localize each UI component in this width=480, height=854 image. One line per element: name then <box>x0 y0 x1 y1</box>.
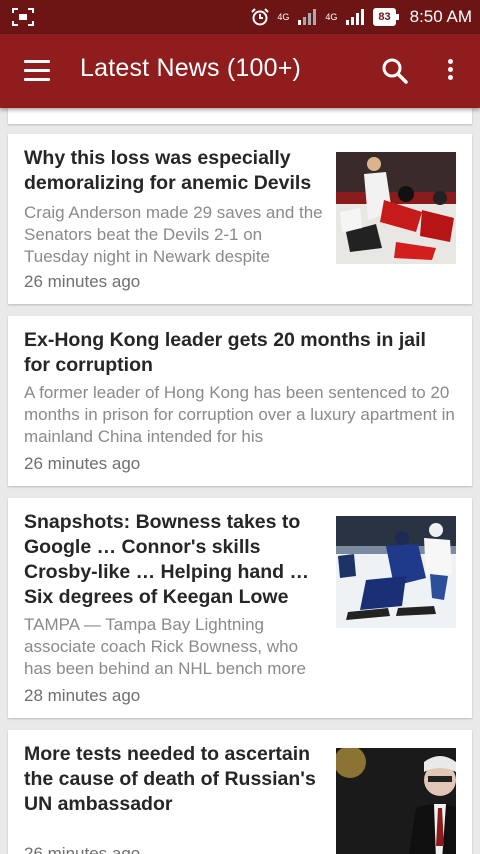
news-feed[interactable]: Why this loss was especially demoralizin… <box>0 108 480 854</box>
article-summary: Craig Anderson made 29 saves and the Sen… <box>24 203 323 266</box>
article-card[interactable]: Snapshots: Bowness takes to Google … Con… <box>8 498 472 718</box>
signal-icon-1 <box>298 9 317 25</box>
page-title: Latest News (100+) <box>80 54 302 82</box>
network-type-2: 4G <box>325 11 338 22</box>
article-summary: TAMPA — Tampa Bay Lightning associate co… <box>24 615 306 678</box>
previous-card-edge[interactable] <box>8 108 472 124</box>
article-headline[interactable]: More tests needed to ascertain the cause… <box>24 742 324 817</box>
article-headline[interactable]: Ex-Hong Kong leader gets 20 months in ja… <box>24 328 454 378</box>
status-bar: 4G 4G 83 8:50 AM <box>0 0 480 34</box>
battery-icon: 83 <box>373 8 399 26</box>
article-time: 28 minutes ago <box>24 686 141 705</box>
article-card[interactable]: More tests needed to ascertain the cause… <box>8 730 472 854</box>
article-headline[interactable]: Why this loss was especially demoralizin… <box>24 146 324 196</box>
menu-icon[interactable] <box>24 60 50 82</box>
more-options-icon[interactable] <box>444 56 456 86</box>
article-time: 26 minutes ago <box>24 272 141 291</box>
alarm-icon <box>251 8 270 26</box>
article-headline[interactable]: Snapshots: Bowness takes to Google … Con… <box>24 510 324 610</box>
article-time: 26 minutes ago <box>24 844 141 854</box>
article-card[interactable]: Why this loss was especially demoralizin… <box>8 134 472 304</box>
article-thumbnail[interactable] <box>336 516 456 628</box>
article-thumbnail[interactable] <box>336 748 456 854</box>
screenshot-icon <box>12 8 34 26</box>
app-bar: Latest News (100+) <box>0 34 480 108</box>
article-summary: A former leader of Hong Kong has been se… <box>24 383 455 446</box>
article-card[interactable]: Ex-Hong Kong leader gets 20 months in ja… <box>8 316 472 486</box>
signal-icon-2 <box>346 9 365 25</box>
article-time: 26 minutes ago <box>24 454 141 473</box>
status-time: 8:50 AM <box>409 7 472 26</box>
article-thumbnail[interactable] <box>336 152 456 264</box>
network-type-1: 4G <box>277 11 290 22</box>
search-icon[interactable] <box>380 56 410 86</box>
